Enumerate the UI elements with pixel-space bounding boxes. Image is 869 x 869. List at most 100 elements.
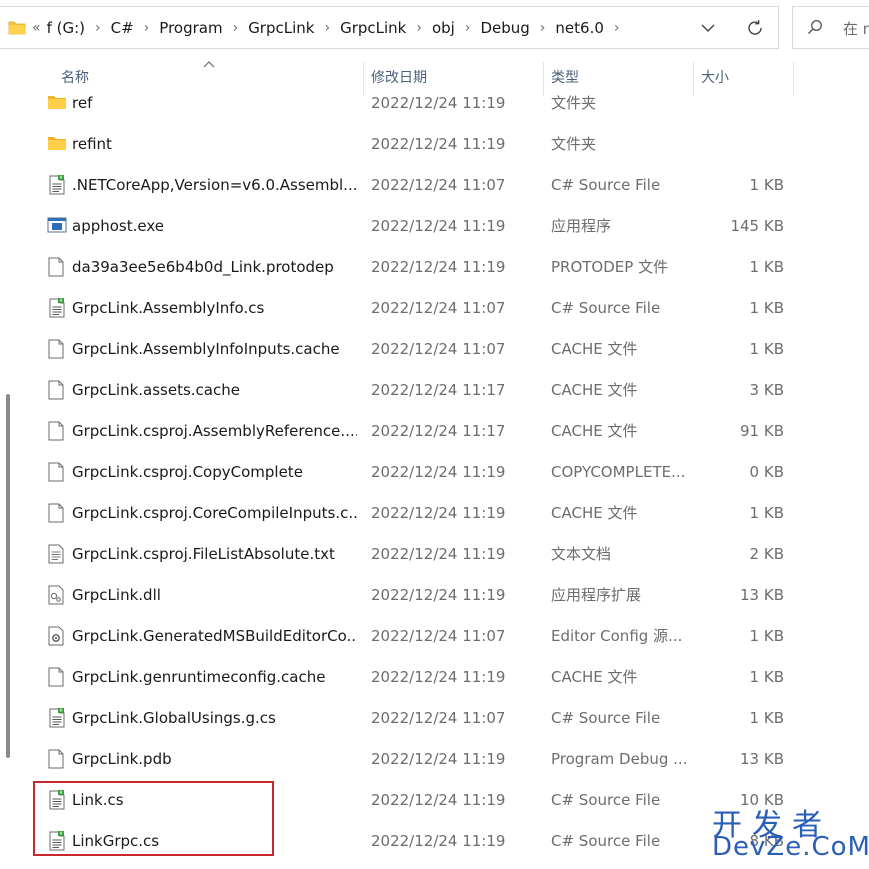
svg-text:#: # xyxy=(59,708,63,714)
file-type: C# Source File xyxy=(551,790,661,809)
file-row[interactable]: GrpcLink.assets.cache 2022/12/24 11:17 CAC… xyxy=(0,369,869,410)
file-name: apphost.exe xyxy=(72,216,164,235)
file-row[interactable]: GrpcLink.genruntimeconfig.cache 2022/12/2… xyxy=(0,656,869,697)
refresh-button[interactable] xyxy=(740,15,770,41)
file-type: COPYCOMPLETE... xyxy=(551,462,686,481)
breadcrumb-separator-icon[interactable]: › xyxy=(324,20,330,36)
file-icon xyxy=(47,421,67,441)
exe-icon xyxy=(47,216,67,236)
breadcrumb-separator-icon[interactable]: › xyxy=(465,20,471,36)
file-row[interactable]: apphost.exe 2022/12/24 11:19 应用程序 145 KB xyxy=(0,205,869,246)
watermark-logo: 开发者 DevZe.CoM xyxy=(712,800,869,862)
dll-icon xyxy=(47,585,67,605)
address-history-dropdown[interactable] xyxy=(694,20,722,36)
file-row[interactable]: da39a3ee5e6b4b0d_Link.protodep 2022/12/24… xyxy=(0,246,869,287)
file-date-modified: 2022/12/24 11:07 xyxy=(371,708,506,727)
file-type: Editor Config 源... xyxy=(551,627,683,645)
csharp-file-icon: # xyxy=(47,708,67,728)
file-size: 2 KB xyxy=(749,544,784,563)
breadcrumb-separator-icon[interactable]: › xyxy=(614,20,620,36)
file-row[interactable]: # GrpcLink.GlobalUsings.g.cs 2022/12/24 11… xyxy=(0,697,869,738)
svg-text:#: # xyxy=(59,175,63,181)
file-size: 0 KB xyxy=(749,462,784,481)
breadcrumb-item[interactable]: GrpcLink xyxy=(248,19,314,37)
file-name: GrpcLink.GeneratedMSBuildEditorCo... xyxy=(72,626,357,645)
breadcrumb-item[interactable]: Debug xyxy=(480,19,529,37)
breadcrumb-separator-icon[interactable]: › xyxy=(416,20,422,36)
file-icon xyxy=(47,749,67,769)
file-type: 文本文档 xyxy=(551,545,612,563)
file-row[interactable]: # .NETCoreApp,Version=v6.0.Assembl... 2022… xyxy=(0,164,869,205)
file-type: CACHE 文件 xyxy=(551,422,638,440)
file-date-modified: 2022/12/24 11:19 xyxy=(371,585,506,604)
file-date-modified: 2022/12/24 11:19 xyxy=(371,831,506,850)
file-type: 应用程序 xyxy=(551,217,612,235)
file-type: 文件夹 xyxy=(551,135,597,153)
breadcrumb-separator-icon[interactable]: › xyxy=(144,20,150,36)
file-name: GrpcLink.GlobalUsings.g.cs xyxy=(72,708,276,727)
file-type: Program Debug ... xyxy=(551,749,686,768)
file-row[interactable]: refint 2022/12/24 11:19 文件夹 xyxy=(0,123,869,164)
breadcrumb-item[interactable]: C# xyxy=(111,19,134,37)
file-row[interactable]: # GrpcLink.AssemblyInfo.cs 2022/12/24 11:0… xyxy=(0,287,869,328)
breadcrumb-item[interactable]: net6.0 xyxy=(555,19,603,37)
file-icon xyxy=(47,257,67,277)
file-size: 1 KB xyxy=(749,667,784,686)
breadcrumb-overflow-button[interactable]: « xyxy=(32,20,41,36)
file-row[interactable]: GrpcLink.pdb 2022/12/24 11:19 Program Debu… xyxy=(0,738,869,779)
highlight-annotation xyxy=(33,781,274,856)
breadcrumb-item[interactable]: GrpcLink xyxy=(340,19,406,37)
file-date-modified: 2022/12/24 11:07 xyxy=(371,298,506,317)
file-row[interactable]: GrpcLink.csproj.CopyComplete 2022/12/24 1… xyxy=(0,451,869,492)
breadcrumb-item[interactable]: obj xyxy=(432,19,455,37)
file-date-modified: 2022/12/24 11:17 xyxy=(371,421,506,440)
file-type: C# Source File xyxy=(551,831,661,850)
file-type: C# Source File xyxy=(551,175,661,194)
file-icon xyxy=(47,339,67,359)
csharp-file-icon: # xyxy=(47,298,67,318)
file-size: 3 KB xyxy=(749,380,784,399)
breadcrumb-separator-icon[interactable]: › xyxy=(540,20,546,36)
file-row[interactable]: GrpcLink.csproj.CoreCompileInputs.c... 20… xyxy=(0,492,869,533)
file-type: CACHE 文件 xyxy=(551,668,638,686)
address-bar[interactable]: « f (G:) › C# › Program › GrpcLink › GrpcLink › ob… xyxy=(0,6,779,49)
file-type: 应用程序扩展 xyxy=(551,586,642,604)
file-row[interactable]: GrpcLink.csproj.AssemblyReference.... 202… xyxy=(0,410,869,451)
file-date-modified: 2022/12/24 11:19 xyxy=(371,749,506,768)
file-size: 1 KB xyxy=(749,708,784,727)
file-name: GrpcLink.genruntimeconfig.cache xyxy=(72,667,326,686)
file-name: GrpcLink.pdb xyxy=(72,749,172,768)
file-date-modified: 2022/12/24 11:19 xyxy=(371,134,506,153)
search-icon xyxy=(807,19,823,39)
file-size: 13 KB xyxy=(740,749,784,768)
file-date-modified: 2022/12/24 11:19 xyxy=(371,503,506,522)
breadcrumb-separator-icon[interactable]: › xyxy=(95,20,101,36)
breadcrumb-item[interactable]: f (G:) xyxy=(47,19,85,37)
file-size: 1 KB xyxy=(749,175,784,194)
file-row[interactable]: ref 2022/12/24 11:19 文件夹 xyxy=(0,82,869,123)
file-explorer-window: « f (G:) › C# › Program › GrpcLink › GrpcLink › ob… xyxy=(0,0,869,869)
search-placeholder: 在 n xyxy=(843,20,869,38)
file-date-modified: 2022/12/24 11:19 xyxy=(371,544,506,563)
file-row[interactable]: GrpcLink.dll 2022/12/24 11:19 应用程序扩展 13 KB xyxy=(0,574,869,615)
search-box[interactable]: 在 n xyxy=(792,6,869,49)
file-icon xyxy=(47,462,67,482)
breadcrumb-separator-icon[interactable]: › xyxy=(233,20,239,36)
file-row[interactable]: GrpcLink.GeneratedMSBuildEditorCo... 2022… xyxy=(0,615,869,656)
file-date-modified: 2022/12/24 11:19 xyxy=(371,462,506,481)
file-size: 1 KB xyxy=(749,503,784,522)
file-icon xyxy=(47,380,67,400)
file-row[interactable]: GrpcLink.csproj.FileListAbsolute.txt 2022… xyxy=(0,533,869,574)
file-size: 1 KB xyxy=(749,257,784,276)
breadcrumb-item[interactable]: Program xyxy=(159,19,222,37)
folder-icon xyxy=(47,93,67,113)
svg-text:#: # xyxy=(59,298,63,304)
folder-icon xyxy=(8,20,26,39)
file-size: 91 KB xyxy=(740,421,784,440)
file-date-modified: 2022/12/24 11:19 xyxy=(371,667,506,686)
file-name: GrpcLink.csproj.FileListAbsolute.txt xyxy=(72,544,335,563)
file-size: 1 KB xyxy=(749,339,784,358)
file-row[interactable]: GrpcLink.AssemblyInfoInputs.cache 2022/12… xyxy=(0,328,869,369)
text-file-icon xyxy=(47,544,67,564)
file-name: .NETCoreApp,Version=v6.0.Assembl... xyxy=(72,175,357,194)
